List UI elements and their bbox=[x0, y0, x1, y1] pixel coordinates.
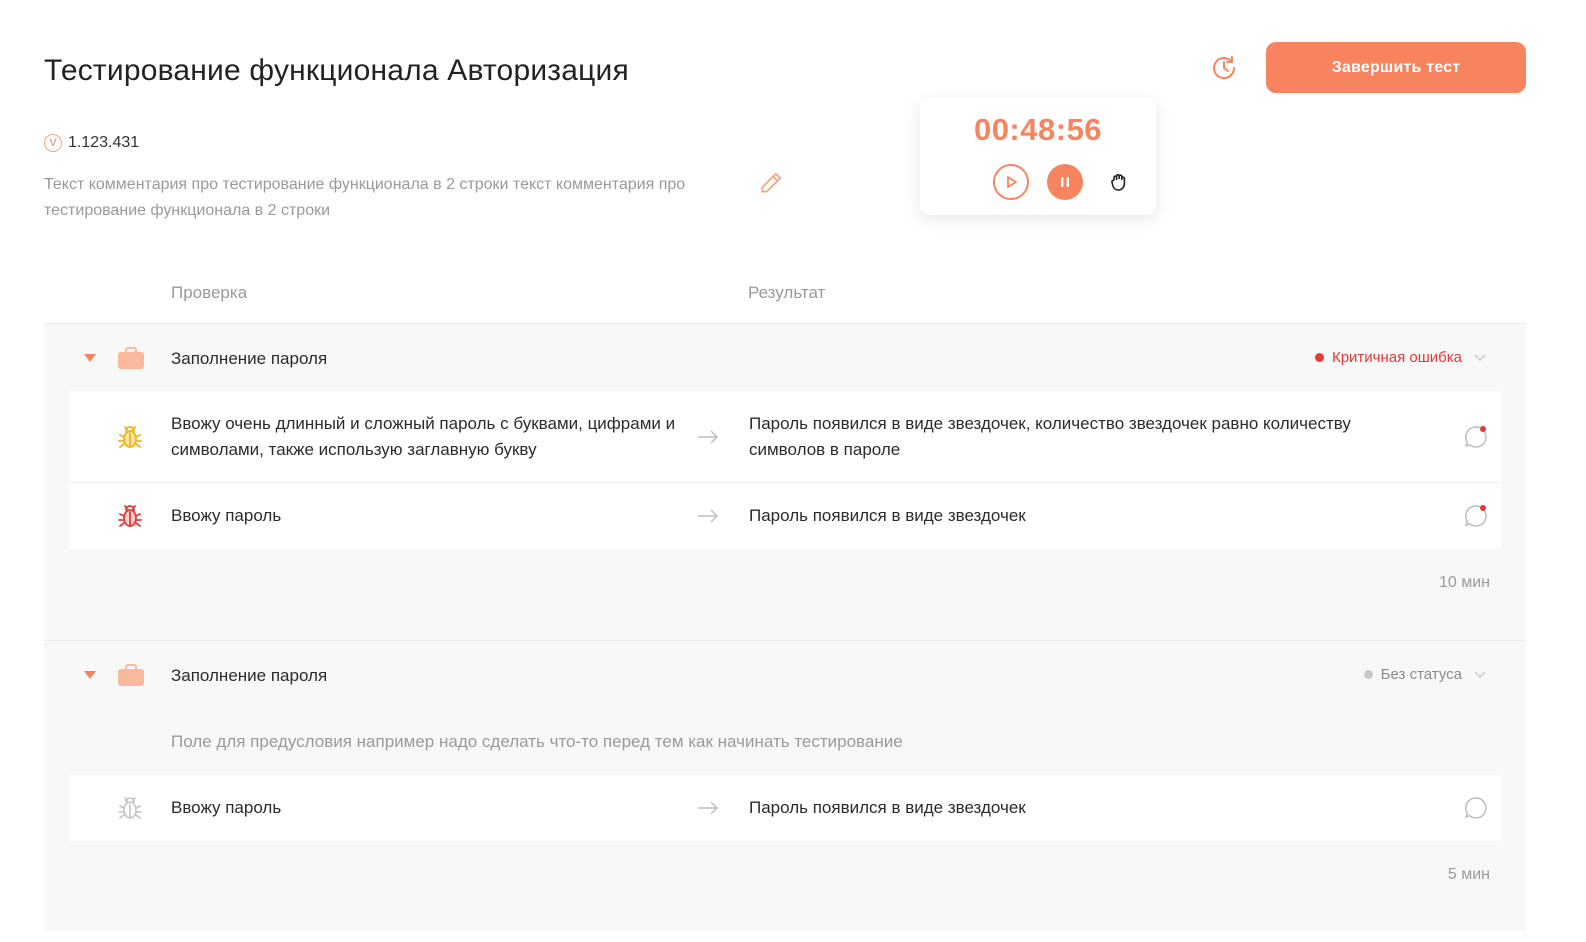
stop-button[interactable] bbox=[1101, 164, 1137, 200]
version-label: V 1.123.431 bbox=[44, 134, 139, 152]
status-dropdown[interactable]: Критичная ошибка bbox=[1314, 349, 1486, 366]
group-title: Заполнение пароля bbox=[171, 349, 328, 368]
column-header-result: Результат bbox=[748, 283, 826, 302]
caret-down-icon[interactable] bbox=[84, 354, 96, 362]
test-group: Заполнение пароля Критичная ошибка Ввожу… bbox=[44, 324, 1526, 640]
pause-button[interactable] bbox=[1047, 164, 1083, 200]
pause-icon bbox=[1061, 177, 1069, 187]
comment-icon[interactable] bbox=[1463, 795, 1489, 821]
test-step-row[interactable]: Ввожу очень длинный и сложный пароль с б… bbox=[69, 391, 1501, 482]
status-dot bbox=[1314, 353, 1324, 362]
test-group: Заполнение пароля Без статуса Поле для п… bbox=[44, 641, 1526, 931]
play-button[interactable] bbox=[993, 164, 1029, 200]
group-title: Заполнение пароля bbox=[171, 666, 328, 685]
caret-down-icon[interactable] bbox=[84, 671, 96, 679]
step-result-text: Пароль появился в виде звездочек bbox=[749, 506, 1026, 525]
group-duration: 10 мин bbox=[1438, 574, 1490, 591]
hand-stop-icon bbox=[1111, 173, 1126, 191]
version-number: 1.123.431 bbox=[68, 134, 140, 151]
arrow-right-icon bbox=[698, 801, 718, 815]
test-comment: Текст комментария про тестирование функц… bbox=[44, 176, 686, 219]
page-title: Тестирование функционала Авторизация bbox=[44, 54, 629, 87]
comment-icon[interactable] bbox=[1463, 503, 1489, 529]
pencil-edit-icon[interactable] bbox=[758, 170, 784, 196]
test-step-row[interactable]: Ввожу пароль Пароль появился в виде звез… bbox=[69, 483, 1501, 549]
comment-icon[interactable] bbox=[1463, 424, 1489, 450]
test-step-row[interactable]: Ввожу пароль Пароль появился в виде звез… bbox=[69, 775, 1501, 841]
status-label: Без статуса bbox=[1380, 666, 1462, 683]
step-check-text: Ввожу пароль bbox=[171, 506, 282, 525]
status-label: Критичная ошибка bbox=[1331, 349, 1462, 366]
chevron-down-icon bbox=[1474, 671, 1486, 678]
step-result-text: Пароль появился в виде звездочек, количе… bbox=[749, 414, 1351, 459]
step-check-text: Ввожу пароль bbox=[171, 798, 282, 817]
group-duration: 5 мин bbox=[1447, 866, 1490, 883]
column-header-check: Проверка bbox=[171, 283, 248, 302]
timer-panel: 00:48:56 bbox=[920, 98, 1156, 215]
chevron-down-icon bbox=[1474, 354, 1486, 361]
step-result-text: Пароль появился в виде звездочек bbox=[749, 798, 1026, 817]
briefcase-icon bbox=[118, 664, 144, 686]
timer-value: 00:48:56 bbox=[973, 112, 1103, 147]
status-dropdown[interactable]: Без статуса bbox=[1363, 666, 1486, 683]
briefcase-icon bbox=[118, 347, 144, 369]
version-badge-icon: V bbox=[44, 134, 62, 152]
bug-red-icon[interactable] bbox=[116, 502, 144, 530]
bug-yellow-icon[interactable] bbox=[116, 423, 144, 451]
precondition-text[interactable]: Поле для предусловия например надо сдела… bbox=[171, 732, 903, 752]
history-clock-icon[interactable] bbox=[1208, 52, 1240, 84]
bug-gray-icon[interactable] bbox=[116, 794, 144, 822]
arrow-right-icon bbox=[698, 509, 718, 523]
status-dot bbox=[1363, 670, 1373, 679]
step-check-text: Ввожу очень длинный и сложный пароль с б… bbox=[171, 414, 676, 459]
finish-test-button[interactable]: Завершить тест bbox=[1266, 42, 1526, 93]
arrow-right-icon bbox=[698, 430, 718, 444]
play-icon bbox=[1007, 176, 1017, 188]
